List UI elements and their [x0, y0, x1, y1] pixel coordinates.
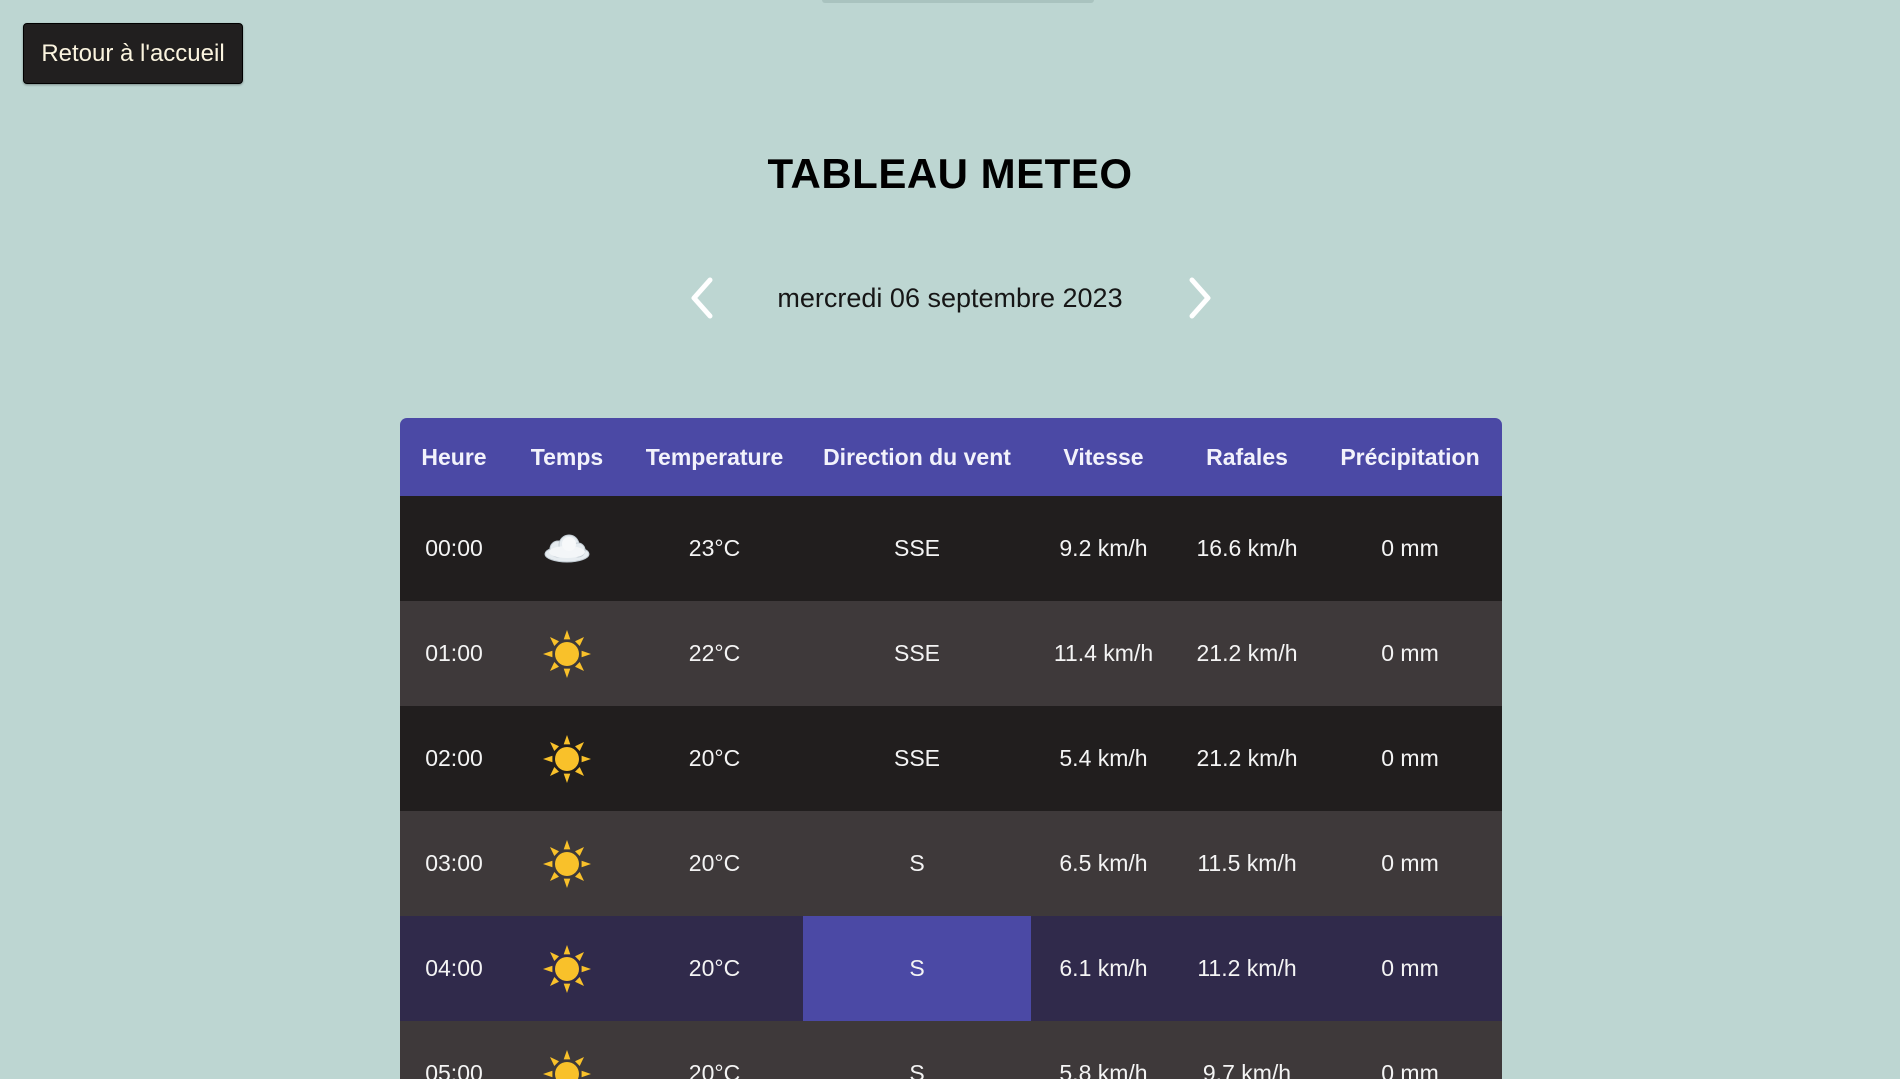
cell-temperature: 23°C [688, 535, 741, 561]
cell-rafales: 9.7 km/h [1202, 1060, 1292, 1079]
current-date: mercredi 06 septembre 2023 [777, 283, 1123, 313]
cell-direction: S [909, 1060, 925, 1079]
cell-temps [508, 706, 626, 811]
cell-rafales: 11.2 km/h [1197, 955, 1297, 981]
cell-precipitation: 0 mm [1381, 850, 1439, 876]
cell-vitesse: 6.1 km/h [1059, 955, 1148, 981]
column-header-rafales[interactable]: Rafales [1176, 418, 1318, 496]
chevron-left-icon[interactable] [684, 275, 720, 321]
column-header-vitesse[interactable]: Vitesse [1031, 418, 1176, 496]
sun-icon [543, 1049, 591, 1079]
cell-temps [508, 496, 626, 601]
column-header-temps[interactable]: Temps [508, 418, 626, 496]
cell-precipitation: 0 mm [1381, 1060, 1439, 1079]
cell-heure: 03:00 [425, 850, 483, 876]
table-row: 05:00 20°C S 5.8 km/h 9.7 km/h 0 mm [400, 1021, 1502, 1079]
page-title: TABLEAU METEO [767, 150, 1133, 197]
cell-vitesse: 5.8 km/h [1059, 1060, 1148, 1079]
cell-vitesse: 5.4 km/h [1059, 745, 1148, 771]
page: Retour à l'accueil TABLEAU METEO mercred… [0, 0, 1900, 1079]
cell-temperature: 20°C [688, 1060, 741, 1079]
cell-vitesse: 11.4 km/h [1053, 640, 1154, 666]
table-header-row: Heure Temps Temperature Direction du ven… [400, 418, 1502, 496]
cell-heure: 01:00 [425, 640, 483, 666]
table-row: 00:00 23°C SSE 9.2 km/h 16.6 km/h 0 mm [400, 496, 1502, 601]
top-edge-bar [822, 0, 1094, 3]
cell-vitesse: 9.2 km/h [1059, 535, 1148, 561]
column-header-direction[interactable]: Direction du vent [803, 418, 1031, 496]
cell-direction: SSE [893, 535, 941, 561]
cell-precipitation: 0 mm [1381, 955, 1439, 981]
cell-temperature: 20°C [688, 745, 741, 771]
home-button[interactable]: Retour à l'accueil [23, 23, 243, 84]
cell-rafales: 21.2 km/h [1196, 640, 1298, 666]
date-navigation: mercredi 06 septembre 2023 [0, 275, 1900, 321]
chevron-right-icon[interactable] [1182, 275, 1218, 321]
cell-temps [508, 601, 626, 706]
table-row: 03:00 20°C S 6.5 km/h 11.5 km/h 0 mm [400, 811, 1502, 916]
cell-rafales: 21.2 km/h [1196, 745, 1298, 771]
cell-heure: 00:00 [425, 535, 483, 561]
cell-heure: 02:00 [425, 745, 483, 771]
table-row-hovered: 04:00 20°C S 6.1 km/h 11.2 km/h 0 mm [400, 916, 1502, 1021]
sun-icon [543, 629, 591, 678]
sun-icon [543, 734, 591, 783]
cell-precipitation: 0 mm [1381, 745, 1439, 771]
cell-rafales: 11.5 km/h [1197, 850, 1297, 876]
weather-table: Heure Temps Temperature Direction du ven… [400, 418, 1502, 1079]
cell-precipitation: 0 mm [1381, 535, 1439, 561]
cell-temperature: 20°C [688, 955, 741, 981]
cell-direction: S [909, 850, 925, 876]
cell-vitesse: 6.5 km/h [1059, 850, 1148, 876]
weather-table-container: Heure Temps Temperature Direction du ven… [400, 418, 1502, 1079]
cell-heure: 04:00 [425, 955, 483, 981]
cell-precipitation: 0 mm [1381, 640, 1439, 666]
table-row: 01:00 22°C SSE 11.4 km/h 21.2 km/h 0 mm [400, 601, 1502, 706]
column-header-heure[interactable]: Heure [400, 418, 508, 496]
cell-rafales: 16.6 km/h [1196, 535, 1298, 561]
cell-direction: SSE [893, 640, 941, 666]
cell-temps [508, 1021, 626, 1079]
sun-icon [543, 944, 591, 993]
cell-temps [508, 916, 626, 1021]
cell-temperature: 22°C [688, 640, 741, 666]
cell-temps [508, 811, 626, 916]
sun-icon [543, 839, 591, 888]
cloud-icon [544, 534, 590, 562]
cell-direction: SSE [893, 745, 941, 771]
table-row: 02:00 20°C SSE 5.4 km/h 21.2 km/h 0 mm [400, 706, 1502, 811]
column-header-precipitation[interactable]: Précipitation [1318, 418, 1502, 496]
column-header-temperature[interactable]: Temperature [626, 418, 803, 496]
cell-temperature: 20°C [688, 850, 741, 876]
cell-heure: 05:00 [425, 1060, 483, 1079]
cell-direction-highlighted[interactable]: S [803, 916, 1031, 1021]
